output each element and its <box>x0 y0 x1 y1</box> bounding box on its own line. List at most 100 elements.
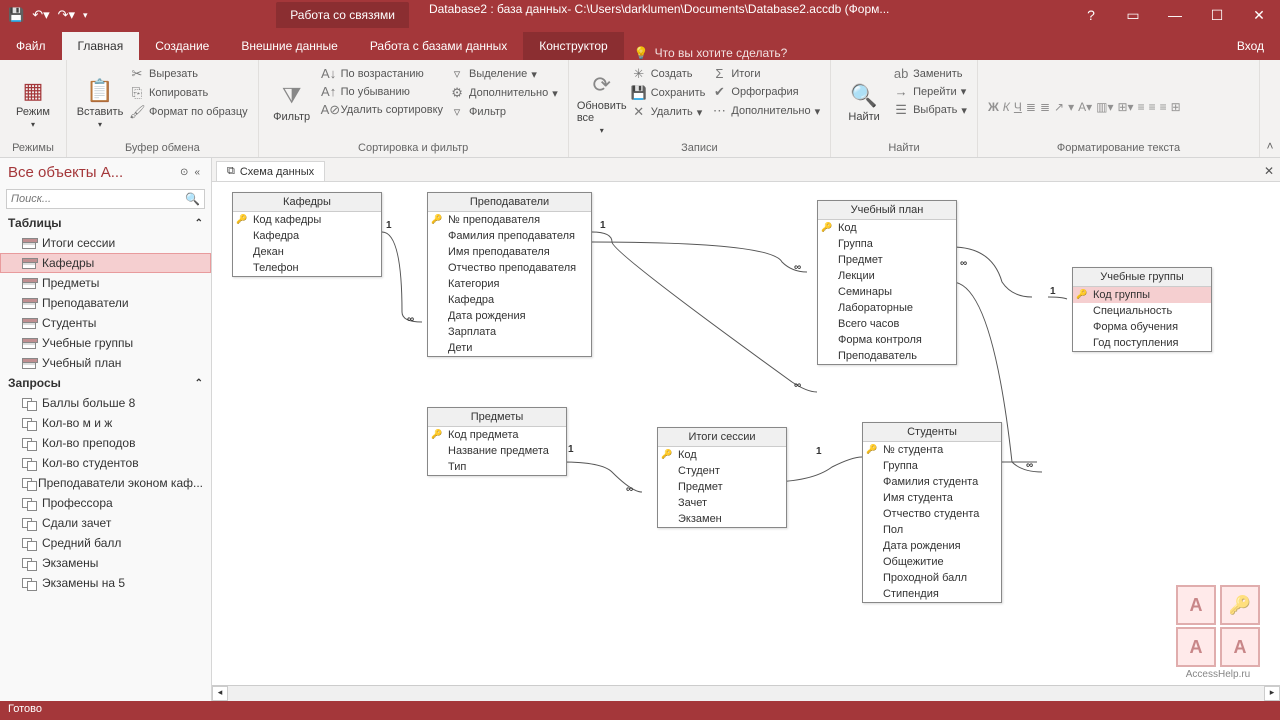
table-field[interactable]: № студента <box>863 442 1001 458</box>
diagram-table-stud[interactable]: Студенты№ студентаГруппаФамилия студента… <box>862 422 1002 603</box>
nav-collapse-icon[interactable]: « <box>194 167 200 178</box>
window-opts-icon[interactable]: ▭ <box>1112 0 1154 30</box>
diagram-table-plan[interactable]: Учебный планКодГруппаПредметЛекцииСемина… <box>817 200 957 365</box>
tab-file[interactable]: Файл <box>0 32 62 60</box>
search-icon[interactable]: 🔍 <box>181 190 204 208</box>
sidebar-query-item[interactable]: Профессора <box>0 493 211 513</box>
sidebar-table-item[interactable]: Преподаватели <box>0 293 211 313</box>
undo-icon[interactable]: ↶▾ <box>32 7 49 23</box>
table-header[interactable]: Студенты <box>863 423 1001 442</box>
sidebar-query-item[interactable]: Кол-во студентов <box>0 453 211 473</box>
table-field[interactable]: № преподавателя <box>428 212 591 228</box>
table-header[interactable]: Итоги сессии <box>658 428 786 447</box>
table-field[interactable]: Специальность <box>1073 303 1211 319</box>
tab-dbtools[interactable]: Работа с базами данных <box>354 32 523 60</box>
help-icon[interactable]: ? <box>1070 0 1112 30</box>
sidebar-query-item[interactable]: Кол-во м и ж <box>0 413 211 433</box>
diagram-table-itog[interactable]: Итоги сессииКодСтудентПредметЗачетЭкзаме… <box>657 427 787 528</box>
table-field[interactable]: Группа <box>818 236 956 252</box>
sort-desc-button[interactable]: A↑По убыванию <box>321 84 443 99</box>
refresh-button[interactable]: ⟳Обновить все▾ <box>579 64 625 142</box>
copy-button[interactable]: ⎘Копировать <box>129 85 248 101</box>
table-field[interactable]: Дети <box>428 340 591 356</box>
scroll-right-icon[interactable]: ▸ <box>1264 686 1280 701</box>
save-record-button[interactable]: 💾Сохранить <box>631 85 706 101</box>
more-button[interactable]: ⋯Дополнительно ▾ <box>711 103 820 119</box>
table-field[interactable]: Общежитие <box>863 554 1001 570</box>
table-header[interactable]: Учебные группы <box>1073 268 1211 287</box>
close-icon[interactable]: ✕ <box>1238 0 1280 30</box>
tables-section[interactable]: Таблицы⌃ <box>0 213 211 233</box>
table-field[interactable]: Лекции <box>818 268 956 284</box>
table-field[interactable]: Тип <box>428 459 566 475</box>
tab-create[interactable]: Создание <box>139 32 225 60</box>
tab-designer[interactable]: Конструктор <box>523 32 623 60</box>
sidebar-table-item[interactable]: Учебные группы <box>0 333 211 353</box>
filter-button[interactable]: ⧩Фильтр <box>269 64 315 142</box>
table-field[interactable]: Лабораторные <box>818 300 956 316</box>
table-field[interactable]: Зачет <box>658 495 786 511</box>
sidebar-table-item[interactable]: Учебный план <box>0 353 211 373</box>
paste-button[interactable]: 📋Вставить▾ <box>77 64 123 142</box>
diagram-table-kaf[interactable]: КафедрыКод кафедрыКафедраДеканТелефон <box>232 192 382 277</box>
table-field[interactable]: Студент <box>658 463 786 479</box>
table-field[interactable]: Форма обучения <box>1073 319 1211 335</box>
doc-tab-schema[interactable]: ⧉Схема данных <box>216 161 325 181</box>
minimize-icon[interactable]: — <box>1154 0 1196 30</box>
delete-record-button[interactable]: ✕Удалить ▾ <box>631 104 706 120</box>
selection-button[interactable]: ▿Выделение ▾ <box>449 66 558 82</box>
table-field[interactable]: Стипендия <box>863 586 1001 602</box>
table-field[interactable]: Семинары <box>818 284 956 300</box>
view-mode-button[interactable]: ▦Режим▾ <box>10 64 56 142</box>
tab-external[interactable]: Внешние данные <box>225 32 354 60</box>
table-field[interactable]: Категория <box>428 276 591 292</box>
table-field[interactable]: Название предмета <box>428 443 566 459</box>
nav-dropdown-icon[interactable]: ⊙ <box>180 167 188 178</box>
login-link[interactable]: Вход <box>1221 32 1280 60</box>
table-field[interactable]: Отчество студента <box>863 506 1001 522</box>
replace-button[interactable]: abЗаменить <box>893 66 967 81</box>
doc-close-icon[interactable]: ✕ <box>1258 161 1280 181</box>
table-field[interactable]: Форма контроля <box>818 332 956 348</box>
qat-more-icon[interactable]: ▾ <box>83 10 88 21</box>
table-field[interactable]: Код предмета <box>428 427 566 443</box>
table-field[interactable]: Отчество преподавателя <box>428 260 591 276</box>
redo-icon[interactable]: ↷▾ <box>58 7 75 23</box>
table-field[interactable]: Кафедра <box>428 292 591 308</box>
sidebar-query-item[interactable]: Сдали зачет <box>0 513 211 533</box>
queries-section[interactable]: Запросы⌃ <box>0 373 211 393</box>
table-field[interactable]: Телефон <box>233 260 381 276</box>
table-field[interactable]: Предмет <box>658 479 786 495</box>
totals-button[interactable]: ΣИтоги <box>711 66 820 81</box>
select-button[interactable]: ☰Выбрать ▾ <box>893 102 967 118</box>
table-field[interactable]: Предмет <box>818 252 956 268</box>
table-field[interactable]: Кафедра <box>233 228 381 244</box>
table-field[interactable]: Код кафедры <box>233 212 381 228</box>
table-field[interactable]: Зарплата <box>428 324 591 340</box>
table-header[interactable]: Преподаватели <box>428 193 591 212</box>
table-field[interactable]: Группа <box>863 458 1001 474</box>
table-header[interactable]: Предметы <box>428 408 566 427</box>
table-field[interactable]: Имя преподавателя <box>428 244 591 260</box>
toggle-filter-button[interactable]: ▿Фильтр <box>449 104 558 120</box>
table-field[interactable]: Дата рождения <box>863 538 1001 554</box>
table-header[interactable]: Учебный план <box>818 201 956 220</box>
table-field[interactable]: Код <box>818 220 956 236</box>
collapse-ribbon-icon[interactable]: ˄ <box>1260 60 1280 157</box>
sidebar-query-item[interactable]: Экзамены <box>0 553 211 573</box>
table-field[interactable]: Дата рождения <box>428 308 591 324</box>
save-icon[interactable]: 💾 <box>8 7 24 23</box>
sidebar-query-item[interactable]: Средний балл <box>0 533 211 553</box>
sidebar-table-item[interactable]: Предметы <box>0 273 211 293</box>
table-field[interactable]: Код группы <box>1073 287 1211 303</box>
table-field[interactable]: Пол <box>863 522 1001 538</box>
table-field[interactable]: Код <box>658 447 786 463</box>
sidebar-query-item[interactable]: Преподаватели эконом каф... <box>0 473 211 493</box>
new-record-button[interactable]: ✳Создать <box>631 66 706 82</box>
search-input[interactable] <box>7 190 181 208</box>
sidebar-table-item[interactable]: Кафедры <box>0 253 211 273</box>
table-header[interactable]: Кафедры <box>233 193 381 212</box>
sidebar-query-item[interactable]: Экзамены на 5 <box>0 573 211 593</box>
table-field[interactable]: Фамилия преподавателя <box>428 228 591 244</box>
tell-me[interactable]: 💡Что вы хотите сделать? <box>624 46 788 60</box>
